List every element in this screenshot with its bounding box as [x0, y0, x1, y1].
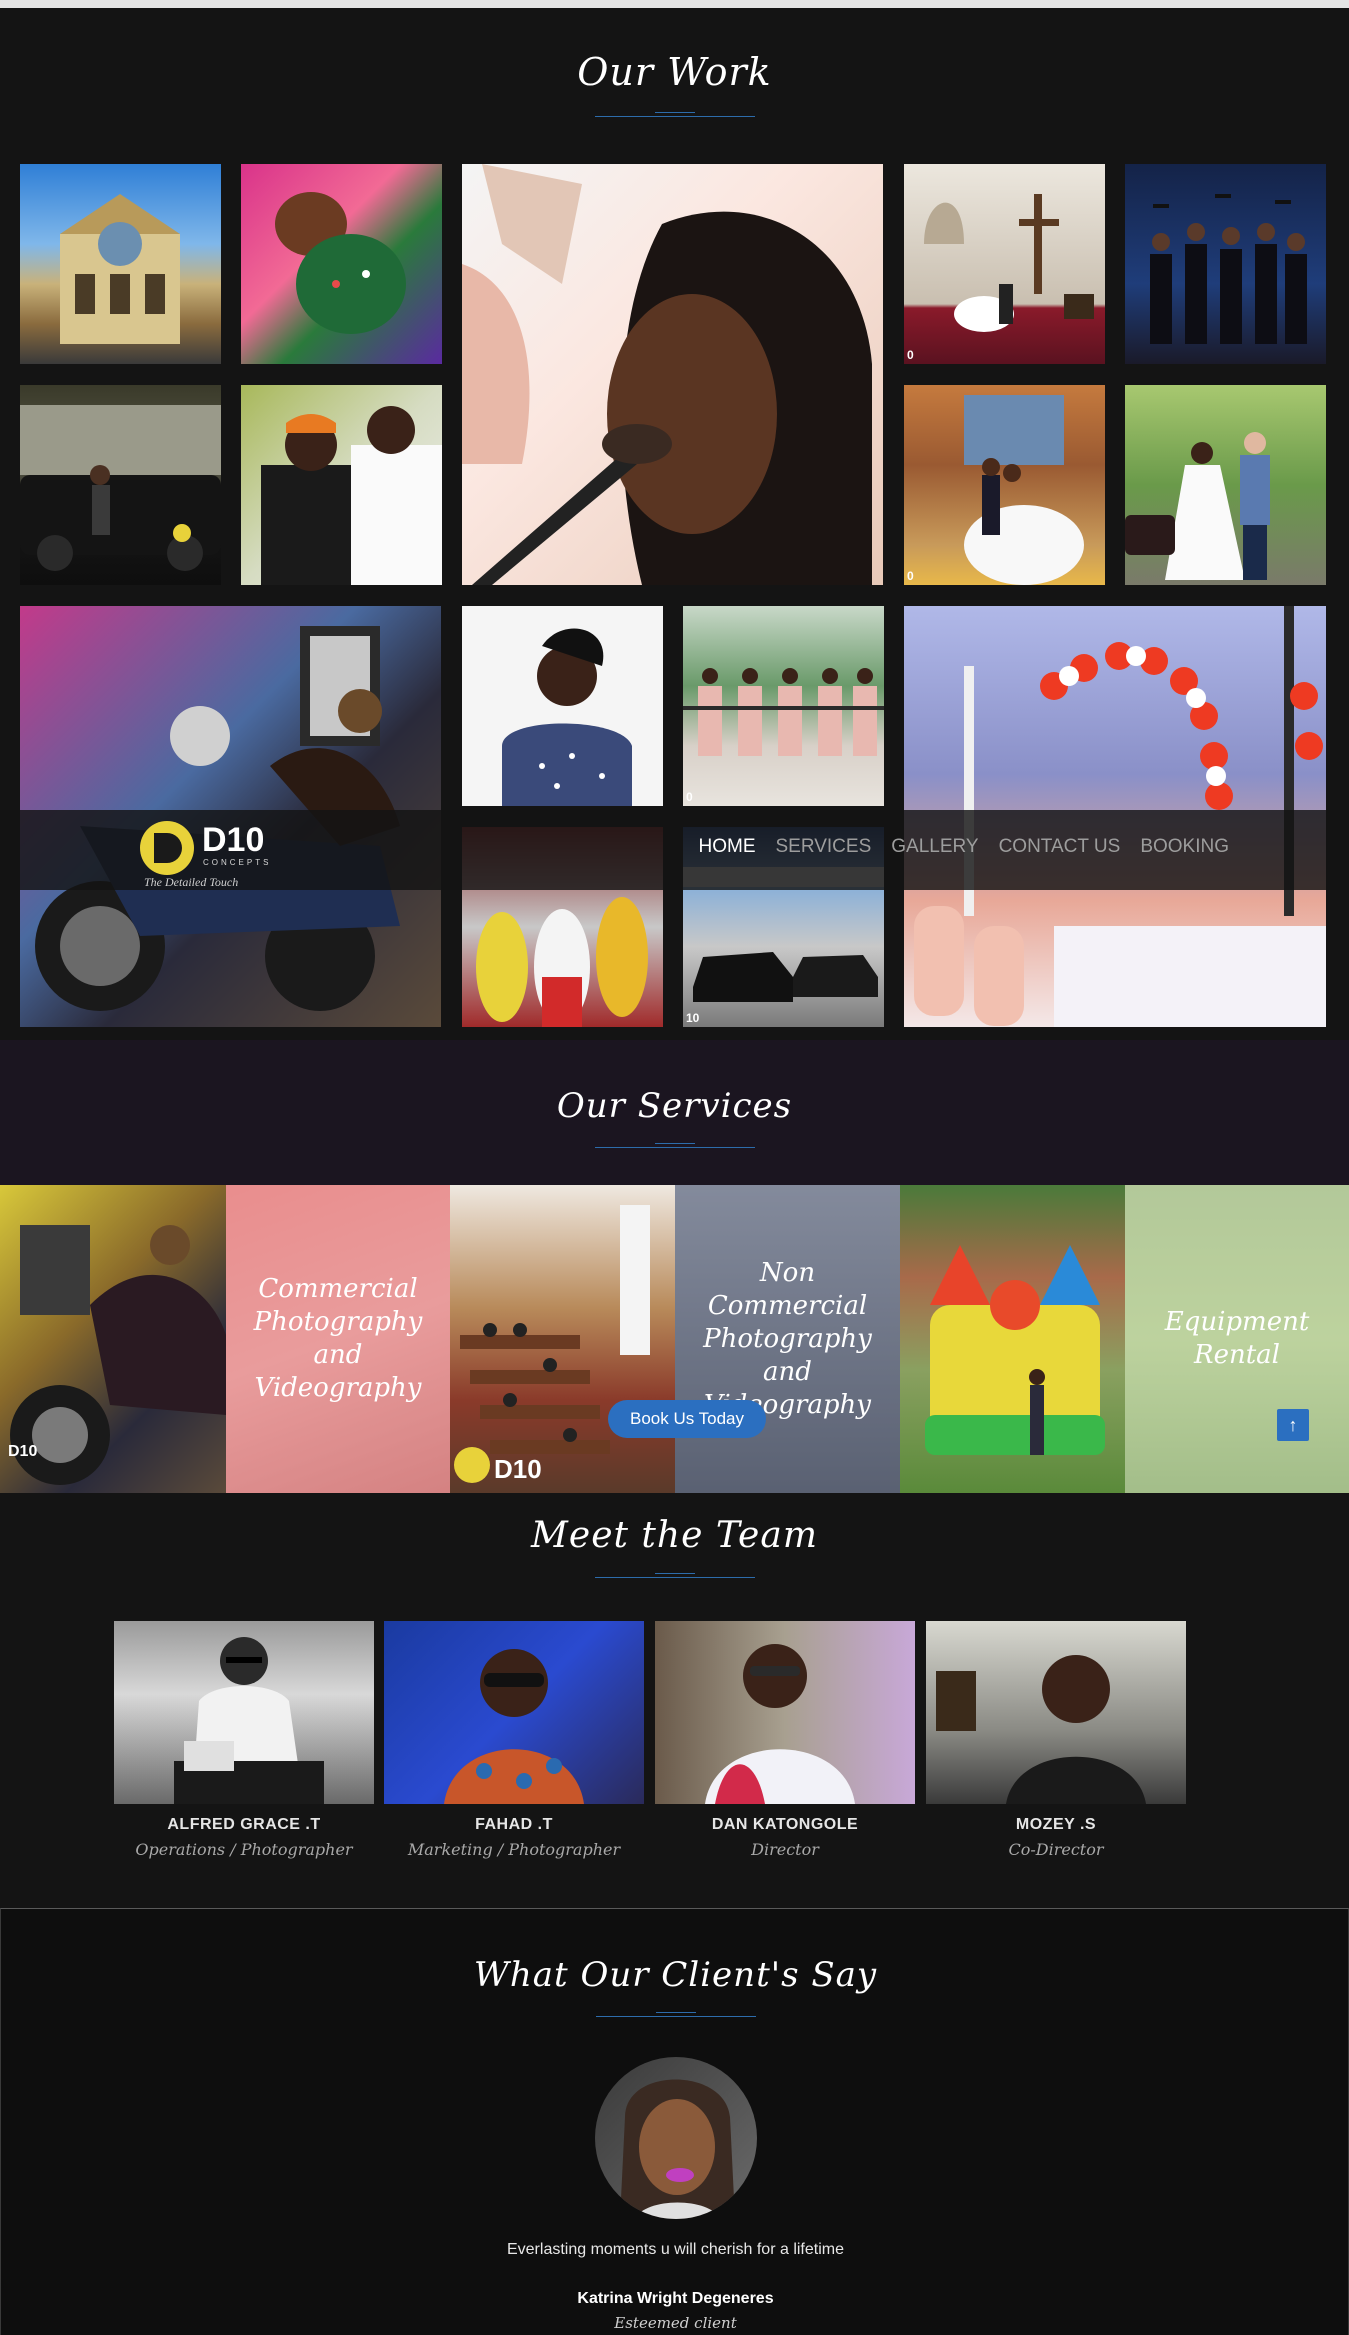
- gallery-photo-cathedral[interactable]: [20, 164, 221, 364]
- team-member-photo: [655, 1621, 915, 1804]
- nav-item-gallery[interactable]: GALLERY: [891, 836, 978, 858]
- service-label: Commercial Photography and Videography: [253, 1274, 423, 1403]
- team-member-card[interactable]: ALFRED GRACE .T Operations / Photographe…: [114, 1621, 374, 1859]
- photo-watermark-logo: D10: [494, 1454, 542, 1484]
- book-us-today-button[interactable]: Book Us Today: [608, 1400, 766, 1438]
- d10-logo-icon: [140, 821, 194, 875]
- main-navbar: D10 CONCEPTS The Detailed Touch HOME SER…: [0, 810, 1349, 890]
- logo-tagline: The Detailed Touch: [144, 875, 239, 889]
- tile-caption: 0: [907, 569, 914, 583]
- service-non-commercial[interactable]: Non Commercial Photography and Videograp…: [675, 1185, 900, 1493]
- team-member-role: Co-Director: [1008, 1840, 1104, 1859]
- testimonial-client-name: Katrina Wright Degeneres: [577, 2290, 774, 2307]
- gallery-photo-bridesmaids[interactable]: 0: [683, 606, 884, 806]
- team-member-name: MOZEY .S: [1015, 1816, 1097, 1833]
- gallery-photo-baby[interactable]: [241, 164, 442, 364]
- gallery-photo-portrait-sweater[interactable]: [462, 606, 663, 806]
- team-member-photo: [926, 1621, 1186, 1804]
- gallery-photo-range-rover[interactable]: [20, 385, 221, 585]
- gallery-photo-wedding-altar[interactable]: 0: [904, 164, 1105, 364]
- logo-text: D10: [202, 821, 265, 859]
- team-title: Meet the Team: [531, 1515, 818, 1556]
- nav-item-contact-us[interactable]: CONTACT US: [999, 836, 1121, 858]
- testimonial-quote: Everlasting moments u will cherish for a…: [506, 2241, 844, 2258]
- photo-watermark-logo: D10: [8, 1443, 38, 1460]
- testimonials-section: What Our Client's Say Everlasting moment…: [0, 1908, 1349, 2335]
- our-services-header: Our Services: [0, 1040, 1349, 1185]
- service-photo-motorbike: D10: [0, 1185, 226, 1493]
- gallery-photo-wedding-gallery[interactable]: 0: [904, 385, 1105, 585]
- service-commercial[interactable]: Commercial Photography and Videography: [226, 1185, 450, 1493]
- tile-caption: 0: [907, 348, 914, 362]
- team-member-name: FAHAD .T: [475, 1816, 553, 1833]
- title-divider: [596, 2012, 756, 2024]
- title-divider: [595, 1143, 755, 1155]
- team-member-photo: [114, 1621, 374, 1804]
- client-avatar: [595, 2057, 757, 2219]
- gallery-photo-couple[interactable]: [241, 385, 442, 585]
- gallery-photo-makeup[interactable]: [462, 164, 883, 585]
- nav-menu: HOME SERVICES GALLERY CONTACT US BOOKING: [699, 836, 1230, 858]
- team-member-role: Operations / Photographer: [135, 1840, 353, 1859]
- title-divider: [595, 1573, 755, 1585]
- service-equipment-rental[interactable]: Equipment Rental: [1125, 1185, 1349, 1493]
- title-divider: [595, 112, 755, 124]
- nav-item-booking[interactable]: BOOKING: [1140, 836, 1229, 858]
- our-services-title: Our Services: [556, 1086, 793, 1126]
- tile-caption: 10: [686, 1011, 700, 1025]
- back-to-top-button[interactable]: ↑: [1277, 1409, 1309, 1441]
- team-member-card[interactable]: FAHAD .T Marketing / Photographer: [384, 1621, 644, 1859]
- nav-item-home[interactable]: HOME: [699, 836, 756, 858]
- logo-subtext: CONCEPTS: [203, 858, 272, 867]
- testimonial-client-role: Esteemed client: [614, 2314, 737, 2332]
- service-photo-church: D10: [450, 1185, 675, 1493]
- meet-the-team-section: Meet the Team ALFRED GRACE .T Operations…: [0, 1493, 1349, 1908]
- service-label: Non Commercial Photography and Videograp…: [703, 1257, 872, 1420]
- team-member-card[interactable]: MOZEY .S Co-Director: [926, 1621, 1186, 1859]
- service-photo-bouncy-castle: [900, 1185, 1125, 1493]
- service-label: Equipment Rental: [1164, 1307, 1310, 1370]
- team-member-role: Marketing / Photographer: [407, 1840, 621, 1859]
- team-member-role: Director: [751, 1840, 819, 1859]
- team-member-photo: [384, 1621, 644, 1804]
- site-logo[interactable]: D10 CONCEPTS The Detailed Touch: [140, 813, 290, 889]
- gallery-photo-bride-groom[interactable]: [1125, 385, 1326, 585]
- nav-item-services[interactable]: SERVICES: [776, 836, 872, 858]
- gallery-photo-graduation[interactable]: [1125, 164, 1326, 364]
- top-border: [0, 0, 1349, 8]
- team-member-name: ALFRED GRACE .T: [167, 1816, 321, 1833]
- tile-caption: 0: [686, 790, 693, 804]
- our-work-title: Our Work: [577, 50, 772, 94]
- team-member-name: DAN KATONGOLE: [711, 1816, 859, 1833]
- services-strip: D10 D10 Commercial Photography and Video…: [0, 1185, 1349, 1493]
- team-member-card[interactable]: DAN KATONGOLE Director: [655, 1621, 915, 1859]
- testimonials-title: What Our Client's Say: [473, 1955, 878, 1995]
